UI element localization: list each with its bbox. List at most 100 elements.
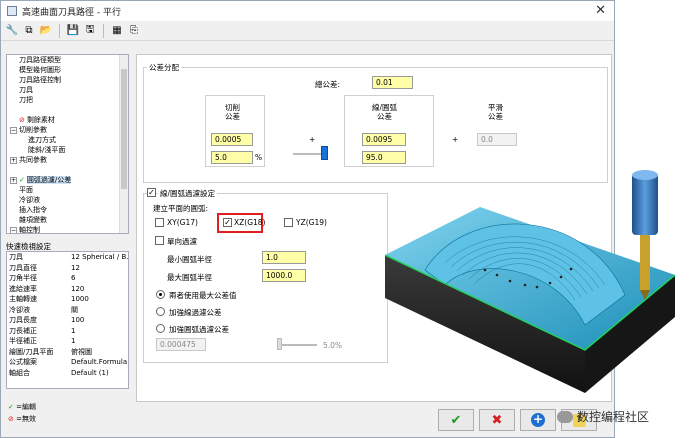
tree-item[interactable]: 模型幾何圖形 — [7, 65, 128, 75]
arc-plane-label: 建立平面的圓弧: — [153, 204, 209, 213]
wechat-icon — [557, 410, 573, 423]
yz-checkbox[interactable] — [284, 218, 293, 227]
check-icon: ✔ — [450, 412, 462, 428]
smooth-tolerance-label-2: 公差 — [488, 112, 503, 121]
quick-view-value: Default.Formula — [71, 358, 128, 366]
xy-checkbox[interactable] — [155, 218, 164, 227]
tree-item[interactable]: 刀把 — [7, 95, 128, 105]
tree-item[interactable] — [7, 105, 128, 115]
line-arc-tolerance-label-2: 公差 — [377, 112, 392, 121]
single-filter-label: 單向過濾 — [167, 237, 197, 246]
plus-icon: + — [531, 412, 545, 427]
edited-check-icon: ✓ — [19, 176, 25, 184]
tree-item-label: 冷卻液 — [19, 196, 40, 204]
collapse-icon[interactable]: − — [10, 126, 17, 134]
app-icon — [7, 6, 17, 16]
tree-item[interactable]: 刀具 — [7, 85, 128, 95]
tool-icon[interactable]: 🔧 — [5, 24, 19, 38]
tree-item[interactable]: 插入指令 — [7, 205, 128, 215]
quick-view-key: 進給速率 — [9, 284, 37, 293]
tree-item[interactable] — [7, 165, 128, 175]
single-filter-checkbox[interactable] — [155, 236, 164, 245]
quick-view-table: 刀具 12 Spherical / B... 刀具直徑 12 刀角半徑 6 進給速率 120 主… — [6, 251, 129, 389]
open-icon[interactable]: 📂 — [39, 24, 53, 38]
tree-item[interactable]: − 軸控制 — [7, 225, 128, 233]
plus-sign-2: + — [452, 135, 459, 144]
cut-tolerance-input[interactable]: 0.0005 — [211, 133, 253, 146]
compare-icon[interactable]: ⧉ — [22, 24, 36, 38]
cut-percent-input[interactable]: 5.0 — [211, 151, 253, 164]
tree-item[interactable]: − 切削參數 — [7, 125, 128, 135]
save-icon[interactable]: 💾 — [66, 24, 80, 38]
tree-item[interactable]: 刀具路徑類型 — [7, 55, 128, 65]
min-radius-input[interactable]: 1.0 — [262, 251, 306, 264]
expand-icon[interactable]: + — [10, 176, 17, 184]
watermark-text: 数控编程社区 — [577, 410, 650, 424]
max-radius-input[interactable]: 1000.0 — [262, 269, 306, 282]
save-as-icon[interactable]: 🖫 — [83, 24, 97, 38]
quick-view-key: 公式檔案 — [9, 358, 37, 366]
tree-item[interactable]: 雜項變數 — [7, 215, 128, 225]
quick-view-value: 1000 — [71, 295, 89, 303]
close-icon[interactable]: ✕ — [595, 3, 606, 18]
tree-item-label: 陡斜/淺平面 — [28, 146, 66, 154]
toolbar: 🔧 ⧉ 📂 💾 🖫 ▦ ⎘ — [1, 21, 614, 41]
tree-item[interactable]: + 共同參數 — [7, 155, 128, 165]
quick-view-value: 6 — [71, 274, 76, 282]
cut-tolerance-label-2: 公差 — [225, 112, 240, 121]
radio-max-tolerance[interactable] — [156, 290, 165, 299]
tree-item-label: 刀把 — [19, 96, 33, 104]
tree-item[interactable]: + ✓ 圓弧過濾/公差 — [7, 175, 128, 185]
quick-view-key: 半徑補正 — [9, 337, 37, 345]
watermark: 数控编程社区 — [557, 408, 649, 425]
cutter-holder — [632, 173, 658, 235]
tree-item[interactable]: 陡斜/淺平面 — [7, 145, 128, 155]
disabled-slider-track — [277, 344, 317, 346]
toolbar-divider — [59, 23, 60, 38]
total-tolerance-input[interactable]: 0.01 — [372, 76, 413, 89]
collapse-icon[interactable]: − — [10, 226, 17, 233]
quick-view-value: 120 — [71, 284, 85, 293]
tree-item-label: 切削參數 — [19, 126, 47, 134]
tree-item[interactable]: ⊘ 剩餘素材 — [7, 115, 128, 125]
quick-view-row: 刀角半徑 6 — [7, 273, 128, 284]
tree-item-label: 刀具路徑類型 — [19, 56, 61, 64]
quick-view-value: 關 — [71, 305, 78, 314]
quick-view-key: 軸組合 — [9, 368, 30, 377]
tree-item[interactable]: 冷卻液 — [7, 195, 128, 205]
arc-filter-checkbox[interactable]: ✓ — [147, 188, 156, 197]
min-radius-label: 最小圓弧半徑 — [167, 255, 212, 264]
window-title: 高速曲面刀具路徑 - 平行 — [22, 7, 121, 18]
quick-view-value: 100 — [71, 316, 85, 324]
disabled-percent-label: 5.0% — [323, 341, 343, 350]
tolerance-slider[interactable] — [321, 146, 329, 160]
tree-scrollbar[interactable] — [119, 55, 128, 233]
tree-item-label: 共同參數 — [19, 156, 47, 164]
quick-view-row: 主軸轉速 1000 — [7, 294, 128, 305]
radio-line-tolerance[interactable] — [156, 307, 165, 316]
ok-button[interactable]: ✔ — [438, 409, 474, 431]
tree-item[interactable]: 刀具路徑控制 — [7, 75, 128, 85]
tree-item[interactable]: 進刀方式 — [7, 135, 128, 145]
arc-filter-title: 線/圓弧過濾設定 — [158, 188, 218, 199]
add-button[interactable]: + — [520, 409, 556, 431]
tree-item-label: 圓弧過濾/公差 — [26, 176, 72, 184]
invalid-icon: ⊘ — [8, 415, 14, 423]
quick-view-key: 冷卻液 — [9, 305, 30, 314]
quick-view-row: 進給速率 120 — [7, 284, 128, 295]
cancel-button[interactable]: ✖ — [479, 409, 515, 431]
tree-item-label: 剩餘素材 — [26, 116, 55, 124]
expand-icon[interactable]: + — [10, 156, 17, 164]
tree-item[interactable]: 平面 — [7, 185, 128, 195]
xz-checkbox[interactable]: ✓ — [223, 218, 232, 227]
tree-item-label: 模型幾何圖形 — [19, 66, 61, 74]
calculator-icon[interactable]: ▦ — [110, 24, 124, 38]
legend-edit: =編輯 — [16, 403, 36, 411]
tree-item-label: 雜項變數 — [19, 216, 47, 224]
quick-view-row: 軸組合 Default (1) — [7, 368, 128, 379]
quick-view-key: 主軸轉速 — [9, 295, 37, 303]
max-radius-label: 最大圓弧半徑 — [167, 273, 212, 282]
radio-arc-tolerance[interactable] — [156, 324, 165, 333]
quick-view-key: 刀具長度 — [9, 316, 37, 324]
export-icon[interactable]: ⎘ — [127, 24, 141, 38]
